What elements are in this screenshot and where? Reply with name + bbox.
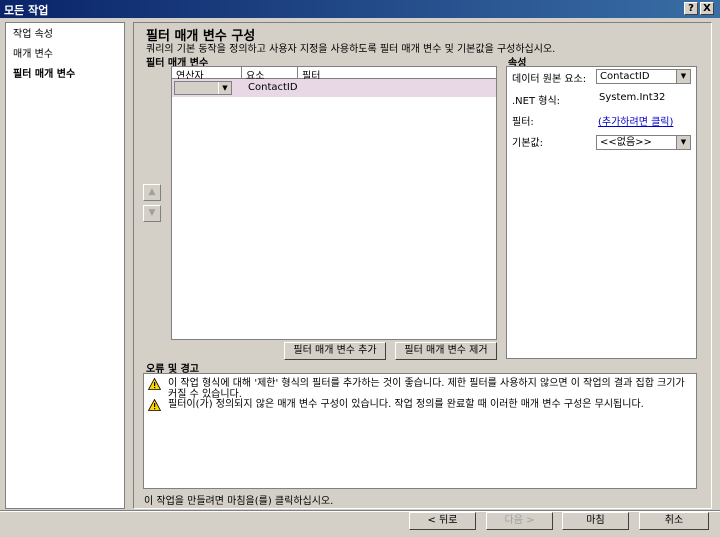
cancel-button[interactable]: 취소	[639, 512, 709, 530]
remove-filter-param-button[interactable]: 필터 매개 변수 제거	[395, 342, 497, 360]
page-description: 쿼리의 기본 동작을 정의하고 사용자 지정을 사용하도록 필터 매개 변수 및…	[146, 44, 556, 55]
add-filter-link[interactable]: (추가하려면 클릭)	[598, 113, 673, 128]
column-header-filter[interactable]: 필터	[298, 67, 496, 82]
table-row[interactable]: ▼ ContactID	[172, 79, 496, 97]
error-text: 이 작업 형식에 대해 '제한' 형식의 필터를 추가하는 것이 좋습니다. 제…	[168, 378, 685, 400]
column-header-element[interactable]: 요소	[242, 67, 298, 82]
move-up-button[interactable]: ▲	[143, 184, 161, 201]
window-title: 모든 작업	[4, 4, 49, 17]
net-type-label: .NET 형식:	[512, 96, 561, 107]
data-source-value: ContactID	[600, 71, 650, 82]
back-button[interactable]: < 뒤로	[409, 512, 476, 530]
net-type-value: System.Int32	[599, 92, 666, 103]
nav-item-parameters[interactable]: 매개 변수	[13, 45, 53, 60]
properties-panel	[506, 66, 697, 359]
column-header-operator[interactable]: 연산자	[172, 67, 242, 82]
operator-dropdown[interactable]: ▼	[174, 81, 232, 95]
close-button[interactable]: X	[700, 2, 714, 15]
finish-button[interactable]: 마침	[562, 512, 629, 530]
filter-label: 필터:	[512, 117, 534, 128]
errors-list: 이 작업 형식에 대해 '제한' 형식의 필터를 추가하는 것이 좋습니다. 제…	[143, 373, 697, 489]
footer-instruction: 이 작업을 만들려면 마침을(를) 클릭하십시오.	[144, 496, 334, 507]
chevron-down-icon: ▼	[676, 136, 690, 149]
arrow-down-icon: ▼	[148, 208, 156, 218]
default-value-dropdown[interactable]: <<없음>> ▼	[596, 135, 691, 150]
add-filter-param-button[interactable]: 필터 매개 변수 추가	[284, 342, 386, 360]
arrow-up-icon: ▲	[148, 187, 156, 197]
wizard-nav	[5, 22, 125, 509]
chevron-down-icon: ▼	[218, 82, 231, 94]
nav-item-task-properties[interactable]: 작업 속성	[13, 25, 53, 40]
default-value-label: 기본값:	[512, 138, 543, 149]
title-bar: 모든 작업 ? X	[0, 0, 720, 18]
chevron-down-icon: ▼	[676, 70, 690, 83]
data-source-dropdown[interactable]: ContactID ▼	[596, 69, 691, 84]
default-value: <<없음>>	[600, 137, 652, 148]
nav-item-filter-parameters[interactable]: 필터 매개 변수	[13, 65, 75, 80]
grid-header: 연산자 요소 필터	[172, 67, 496, 82]
warning-icon	[148, 399, 161, 411]
row-element: ContactID	[248, 82, 298, 93]
error-text: 필터이(가) 정의되지 않은 매개 변수 구성이 있습니다. 작업 정의를 완료…	[168, 399, 644, 410]
move-down-button[interactable]: ▼	[143, 205, 161, 222]
warning-icon	[148, 378, 161, 390]
data-source-label: 데이터 원본 요소:	[512, 74, 587, 85]
filter-params-grid[interactable]: 연산자 요소 필터 ▼ ContactID	[171, 66, 497, 340]
help-button[interactable]: ?	[684, 2, 698, 15]
next-button[interactable]: 다음 >	[486, 512, 553, 530]
